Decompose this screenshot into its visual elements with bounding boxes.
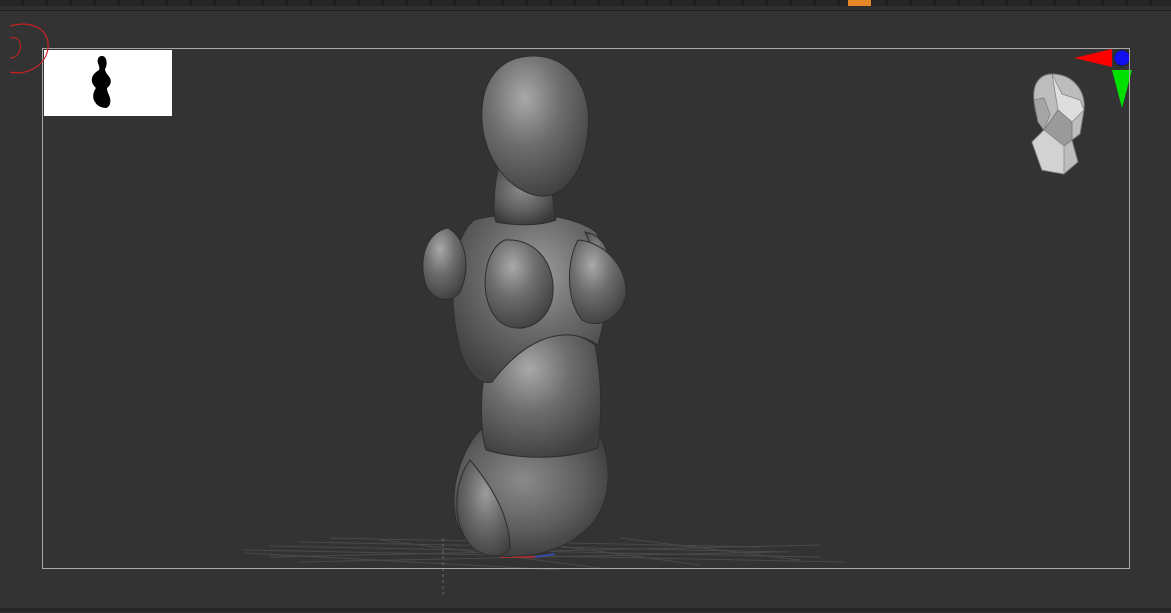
canvas-document-border (42, 48, 1130, 569)
brush-cursor-icon (9, 23, 49, 74)
silhouette-thumbnail-icon (91, 56, 111, 108)
thumbnail-preview (44, 50, 172, 116)
zbrush-canvas-window: { "window": { "title": "" }, "viewport":… (0, 0, 1171, 613)
bottom-shelf (0, 608, 1171, 612)
